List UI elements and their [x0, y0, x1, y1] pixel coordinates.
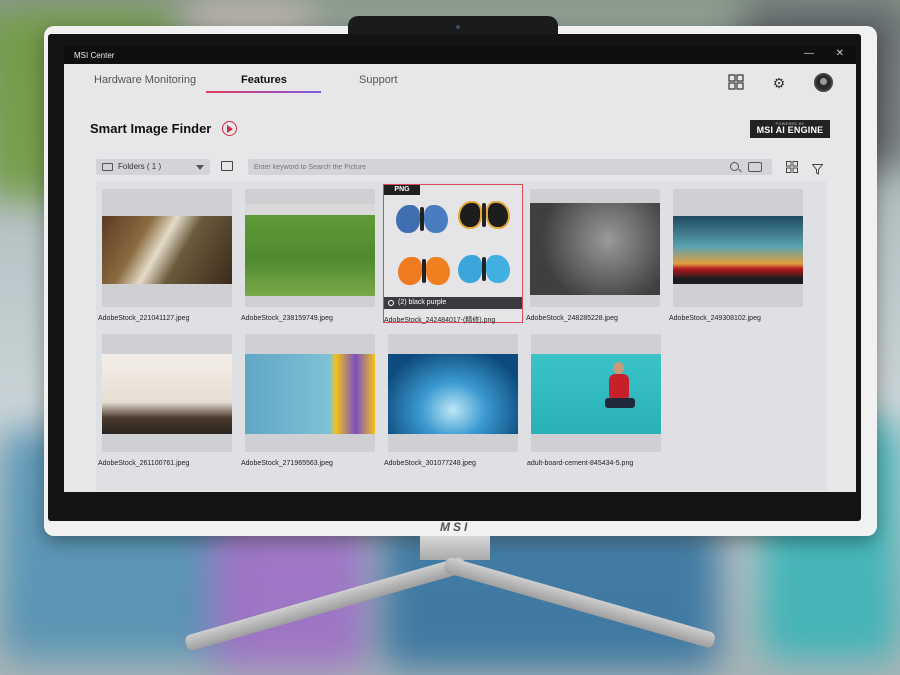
image-filename: AdobeStock_249308102.jpeg: [669, 315, 761, 322]
window-title: MSI Center: [74, 50, 115, 60]
butterfly-black: [458, 199, 510, 231]
thumbnail-image: [245, 204, 375, 296]
close-button[interactable]: ✕: [836, 48, 844, 59]
image-card[interactable]: AdobeStock_301077248.jpeg: [384, 334, 518, 474]
image-filename: AdobeStock_248285228.jpeg: [526, 315, 618, 322]
file-type-badge: PNG: [384, 185, 420, 195]
tag-icon: [388, 300, 394, 306]
image-card[interactable]: AdobeStock_248285228.jpeg: [526, 189, 660, 329]
filter-icon[interactable]: [811, 162, 824, 175]
chevron-down-icon: [196, 165, 204, 170]
ai-engine-badge-caption: POWERED BY: [775, 121, 805, 126]
thumbnail-frame: [102, 334, 232, 452]
webcam-lens: [456, 25, 460, 29]
image-card-selected[interactable]: PNG (2) black purple AdobeStock_24248401…: [383, 184, 523, 325]
image-card[interactable]: adult-board-cement-845434-5.png: [527, 334, 661, 474]
thumbnail-frame: [245, 334, 375, 452]
image-filename: AdobeStock_238159749.jpeg: [241, 315, 333, 322]
image-search-icon[interactable]: [748, 162, 762, 172]
folder-dropdown[interactable]: Folders ( 1 ): [96, 159, 210, 175]
thumbnail-image: [530, 203, 660, 295]
image-filename: AdobeStock_221041127.jpeg: [98, 315, 190, 322]
person-figure: [609, 374, 629, 398]
apps-grid-icon[interactable]: [727, 74, 745, 92]
butterfly-lightblue: [458, 253, 510, 285]
stand-neck: [420, 536, 490, 560]
image-filename: AdobeStock_261100761.jpeg: [98, 460, 190, 467]
person-head: [613, 362, 624, 374]
folder-dropdown-label: Folders ( 1 ): [118, 162, 162, 171]
image-card[interactable]: AdobeStock_238159749.jpeg: [241, 189, 375, 329]
thumbnail-frame: PNG (2) black purple: [383, 184, 523, 323]
thumbnail-frame: [388, 334, 518, 452]
thumbnail-image: [245, 354, 375, 434]
page-title: Smart Image Finder: [90, 121, 212, 136]
minimize-button[interactable]: —: [804, 48, 814, 59]
image-gallery: AdobeStock_221041127.jpeg AdobeStock_238…: [96, 181, 826, 491]
add-folder-icon[interactable]: [221, 161, 233, 171]
active-tab-indicator: [206, 91, 321, 93]
tab-support[interactable]: Support: [359, 74, 398, 86]
monitor-logo: MSI: [440, 520, 471, 534]
play-icon[interactable]: [222, 121, 237, 136]
gear-icon[interactable]: ⚙: [770, 74, 788, 92]
image-card[interactable]: AdobeStock_271965563.jpeg: [241, 334, 375, 474]
ai-engine-badge-label: MSI AI ENGINE: [756, 125, 824, 135]
thumbnail-frame: [530, 189, 660, 307]
webcam-bar: [348, 16, 558, 36]
image-card[interactable]: AdobeStock_221041127.jpeg: [98, 189, 232, 329]
tab-hardware-monitoring[interactable]: Hardware Monitoring: [94, 74, 196, 86]
thumbnail-image: [388, 354, 518, 434]
thumbnail-image: [102, 354, 232, 434]
thumbnail-frame: [102, 189, 232, 307]
image-tag-bar: (2) black purple: [384, 297, 522, 309]
image-card[interactable]: AdobeStock_261100761.jpeg: [98, 334, 232, 474]
image-filename: adult-board-cement-845434-5.png: [527, 460, 634, 467]
butterfly-orange: [398, 255, 450, 287]
top-nav: Hardware Monitoring Features Support ⚙: [64, 64, 856, 100]
folder-icon: [102, 163, 113, 171]
image-filename: AdobeStock_301077248.jpeg: [384, 460, 476, 467]
thumbnail-frame: [531, 334, 661, 452]
person-legs: [605, 398, 635, 408]
title-bar: MSI Center — ✕: [64, 46, 856, 64]
ai-engine-badge: POWERED BY MSI AI ENGINE: [750, 120, 830, 138]
thumbnail-image: [102, 216, 232, 284]
msi-center-window: MSI Center — ✕ Hardware Monitoring Featu…: [64, 46, 856, 492]
thumbnail-image: [673, 216, 803, 284]
image-tags: (2) black purple: [398, 299, 447, 306]
user-avatar[interactable]: [814, 73, 833, 92]
search-input[interactable]: [248, 159, 772, 175]
butterfly-blue: [396, 203, 448, 235]
thumbnail-frame: [673, 189, 803, 307]
image-filename: AdobeStock_242484017-(精修).png: [384, 317, 496, 324]
thumbnail-frame: [245, 189, 375, 307]
image-card[interactable]: AdobeStock_249308102.jpeg: [669, 189, 803, 329]
search-icon[interactable]: [730, 162, 739, 171]
image-filename: AdobeStock_271965563.jpeg: [241, 460, 333, 467]
thumbnail-image: [531, 354, 661, 434]
tab-features[interactable]: Features: [241, 74, 287, 86]
grid-view-icon[interactable]: [786, 161, 798, 175]
